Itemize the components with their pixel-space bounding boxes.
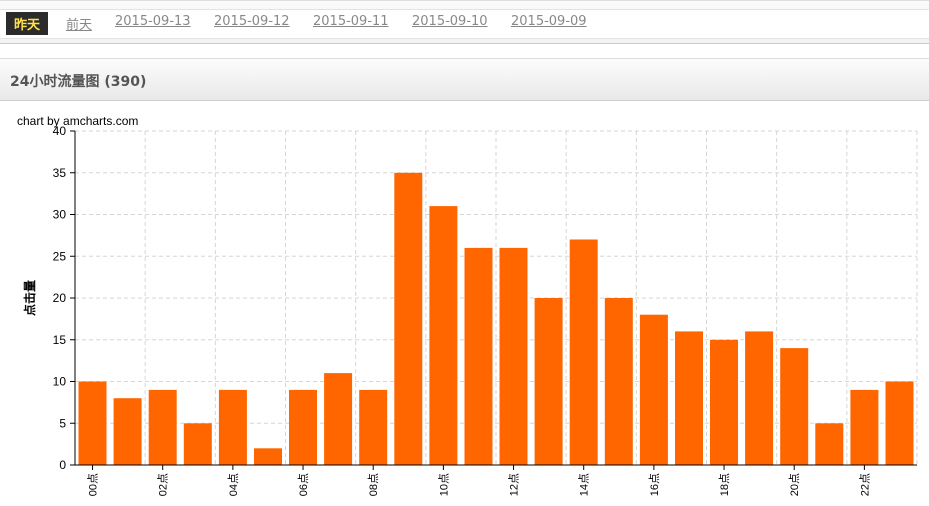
bar xyxy=(885,381,914,465)
x-tick-label: 16点 xyxy=(648,473,661,496)
bar xyxy=(780,348,809,465)
bar xyxy=(324,373,353,465)
bar xyxy=(218,389,247,465)
bar xyxy=(359,389,388,465)
bar xyxy=(604,298,633,465)
bar xyxy=(850,389,879,465)
bar xyxy=(394,172,423,466)
bar xyxy=(534,298,563,465)
traffic-bar-chart: 0 5 10 15 20 25 30 35 40 00点 02点 04点 06点 08点 10点 12点 14点… xyxy=(22,124,918,496)
y-axis-title: 点击量 xyxy=(22,280,37,316)
x-tick-label: 10点 xyxy=(437,473,450,496)
bar xyxy=(499,247,528,465)
x-tick-label: 14点 xyxy=(578,473,591,496)
bar xyxy=(78,381,107,465)
x-tick-label: 04点 xyxy=(227,473,240,496)
x-tick-label: 06点 xyxy=(297,473,310,496)
bar xyxy=(639,314,668,465)
x-tick-label: 18点 xyxy=(718,473,731,496)
bar xyxy=(254,448,282,465)
bar xyxy=(429,206,458,465)
y-tick-label: 35 xyxy=(53,166,67,180)
y-tick-label: 30 xyxy=(53,208,67,222)
y-tick-label: 25 xyxy=(53,249,67,263)
bar xyxy=(745,331,774,465)
y-tick-label: 5 xyxy=(59,416,66,430)
x-tick-label: 20点 xyxy=(788,473,801,496)
y-tick-label: 10 xyxy=(53,375,67,389)
y-tick-label: 0 xyxy=(59,458,66,472)
y-tick-label: 15 xyxy=(53,333,67,347)
x-tick-label: 02点 xyxy=(157,473,170,496)
x-tick-label: 08点 xyxy=(367,473,380,496)
bar xyxy=(569,239,598,465)
x-tick-label: 00点 xyxy=(87,473,100,496)
bar xyxy=(148,389,177,465)
bar xyxy=(710,339,738,466)
bar xyxy=(183,423,212,466)
bar xyxy=(815,423,844,466)
x-tick-label: 12点 xyxy=(508,473,521,496)
x-tick-label: 22点 xyxy=(858,473,871,496)
bar xyxy=(675,331,703,465)
y-tick-label: 20 xyxy=(53,291,67,305)
bar xyxy=(289,389,317,465)
bar xyxy=(113,398,142,465)
y-tick-label: 40 xyxy=(53,124,67,138)
bar xyxy=(464,247,493,465)
